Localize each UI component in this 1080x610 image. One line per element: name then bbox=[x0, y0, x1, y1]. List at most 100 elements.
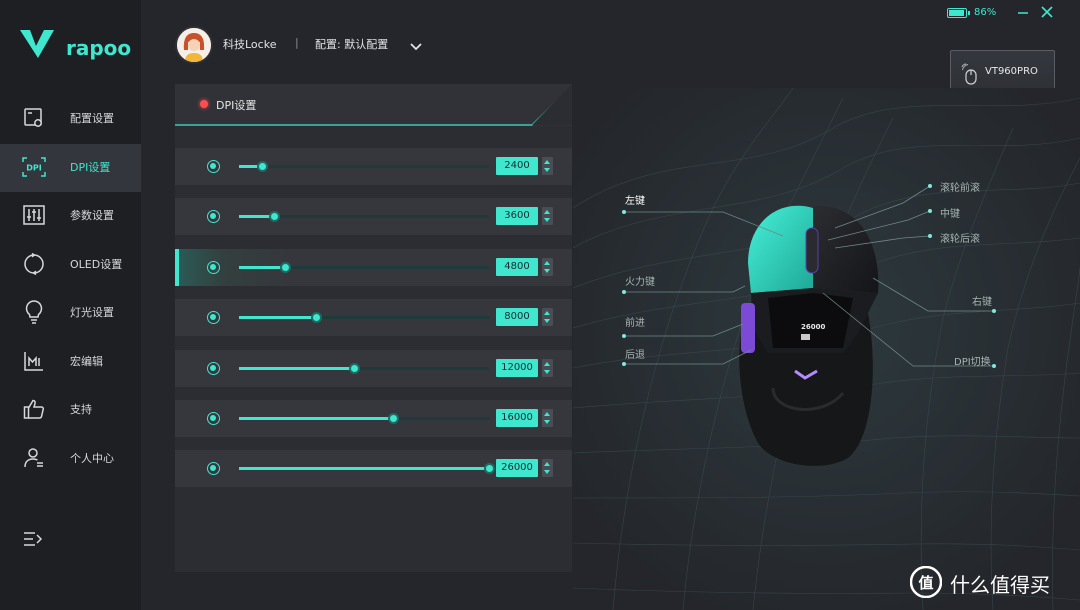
dpi-stepper[interactable] bbox=[542, 157, 553, 175]
oled-refresh-icon bbox=[22, 252, 46, 276]
sidebar-item-config[interactable]: 配置设置 bbox=[0, 95, 141, 144]
dpi-slider-fill bbox=[239, 316, 316, 320]
dpi-slider-handle[interactable] bbox=[484, 463, 495, 475]
chevron-down-icon[interactable] bbox=[409, 37, 423, 51]
mouse-oled-text: 26000 bbox=[801, 323, 825, 331]
mouse-diagram-graphic: 26000 bbox=[573, 88, 1080, 610]
dpi-stepper[interactable] bbox=[542, 207, 553, 226]
dpi-slider-handle[interactable] bbox=[310, 312, 322, 324]
sidebar-item-lighting[interactable]: 灯光设置 bbox=[0, 289, 141, 338]
dpi-value-input[interactable]: 2400 bbox=[496, 157, 538, 175]
stepper-up-icon[interactable] bbox=[544, 160, 550, 164]
dpi-settings-panel: DPI设置 2400 3600 4800 8000 12000 16000 26000 bbox=[175, 84, 572, 572]
svg-text:DPI: DPI bbox=[26, 163, 42, 172]
dpi-slider[interactable] bbox=[239, 463, 495, 475]
dpi-slider-handle[interactable] bbox=[280, 261, 292, 273]
stepper-down-icon[interactable] bbox=[544, 268, 550, 273]
thumbs-up-icon bbox=[22, 397, 46, 421]
dpi-slider-handle[interactable] bbox=[257, 161, 269, 172]
dpi-row[interactable]: 4800 bbox=[175, 248, 572, 286]
user-icon bbox=[22, 446, 46, 470]
sidebar-item-label: 宏编辑 bbox=[70, 354, 103, 368]
dpi-value-input[interactable]: 8000 bbox=[496, 308, 538, 327]
dpi-slider[interactable] bbox=[239, 413, 489, 424]
stepper-up-icon[interactable] bbox=[544, 260, 550, 265]
dpi-row[interactable]: 12000 bbox=[175, 349, 572, 387]
sidebar-item-profile[interactable]: 个人中心 bbox=[0, 435, 141, 484]
sidebar-item-label: 灯光设置 bbox=[70, 306, 114, 319]
dpi-slider[interactable] bbox=[239, 261, 489, 273]
stepper-up-icon[interactable] bbox=[544, 311, 550, 316]
dpi-stepper[interactable] bbox=[542, 308, 553, 327]
dpi-level-toggle[interactable] bbox=[207, 260, 220, 274]
dpi-slider-fill bbox=[239, 467, 489, 471]
dpi-level-toggle[interactable] bbox=[207, 361, 220, 375]
sidebar-item-oled[interactable]: OLED设置 bbox=[0, 241, 141, 290]
dpi-level-toggle[interactable] bbox=[207, 412, 220, 425]
dpi-level-toggle[interactable] bbox=[207, 462, 220, 476]
dpi-row[interactable]: 26000 bbox=[175, 450, 572, 488]
dpi-level-toggle[interactable] bbox=[207, 160, 220, 173]
dpi-row[interactable]: 8000 bbox=[175, 299, 572, 337]
stepper-down-icon[interactable] bbox=[544, 420, 550, 424]
mouse-diagram: 26000 左键 滚轮前滚 中键 滚轮后滚 火力键 右键 前进 后退 DPI切换 bbox=[573, 88, 1080, 610]
dpi-value-input[interactable]: 4800 bbox=[496, 257, 538, 276]
wireless-mouse-icon bbox=[961, 63, 977, 85]
lightbulb-icon bbox=[22, 300, 46, 324]
sidebar-item-dpi[interactable]: DPI DPI设置 bbox=[0, 143, 141, 192]
dpi-slider-handle[interactable] bbox=[349, 362, 361, 374]
dpi-icon: DPI bbox=[22, 155, 46, 179]
stepper-down-icon[interactable] bbox=[544, 470, 550, 475]
dpi-slider-handle[interactable] bbox=[387, 413, 399, 424]
dpi-row[interactable]: 3600 bbox=[175, 198, 572, 236]
battery-percentage: 86% bbox=[974, 7, 997, 18]
close-icon[interactable] bbox=[1039, 4, 1055, 20]
sidebar-item-label: 配置设置 bbox=[70, 112, 114, 125]
active-row-marker bbox=[175, 248, 179, 286]
stepper-up-icon[interactable] bbox=[544, 361, 550, 366]
sidebar-item-support[interactable]: 支持 bbox=[0, 386, 141, 435]
dpi-stepper[interactable] bbox=[542, 358, 553, 377]
watermark-text: 什么值得买 bbox=[950, 573, 1050, 597]
stepper-down-icon[interactable] bbox=[544, 369, 550, 374]
panel-header: DPI设置 bbox=[175, 84, 572, 126]
annotation-fire-button: 火力键 bbox=[625, 277, 655, 288]
panel-title: DPI设置 bbox=[216, 99, 257, 112]
dpi-slider-fill bbox=[239, 366, 355, 370]
dpi-value-input[interactable]: 12000 bbox=[496, 358, 538, 377]
dpi-row[interactable]: 2400 bbox=[175, 148, 572, 185]
dpi-value-input[interactable]: 16000 bbox=[496, 409, 538, 427]
config-settings-icon bbox=[22, 106, 46, 130]
dpi-value-input[interactable]: 3600 bbox=[496, 207, 538, 226]
stepper-down-icon[interactable] bbox=[544, 319, 550, 324]
dpi-level-toggle[interactable] bbox=[207, 311, 220, 325]
dpi-stepper[interactable] bbox=[542, 409, 553, 427]
sidebar-item-label: 个人中心 bbox=[70, 451, 114, 465]
sidebar-item-label: 参数设置 bbox=[70, 209, 114, 222]
top-bar: 科技Locke | 配置: 默认配置 86% bbox=[141, 0, 1080, 88]
sidebar-item-label: DPI设置 bbox=[70, 160, 111, 174]
dpi-slider[interactable] bbox=[239, 211, 489, 223]
dpi-slider[interactable] bbox=[239, 312, 489, 324]
stepper-down-icon[interactable] bbox=[544, 218, 550, 223]
profile-config-label[interactable]: 配置: 默认配置 bbox=[315, 36, 388, 52]
dpi-stepper[interactable] bbox=[542, 257, 553, 276]
stepper-up-icon[interactable] bbox=[544, 412, 550, 416]
dpi-stepper[interactable] bbox=[542, 459, 553, 478]
stepper-up-icon[interactable] bbox=[544, 210, 550, 215]
dpi-slider-handle[interactable] bbox=[268, 211, 280, 223]
sidebar-item-params[interactable]: 参数设置 bbox=[0, 192, 141, 241]
dpi-value-input[interactable]: 26000 bbox=[496, 459, 538, 478]
sidebar-item-macro[interactable]: 宏编辑 bbox=[0, 338, 141, 387]
svg-text:值: 值 bbox=[918, 574, 933, 592]
dpi-slider[interactable] bbox=[239, 362, 489, 374]
collapse-menu-icon[interactable] bbox=[22, 528, 46, 552]
macro-icon bbox=[22, 349, 46, 373]
stepper-up-icon[interactable] bbox=[544, 462, 550, 467]
dpi-slider[interactable] bbox=[239, 161, 489, 172]
stepper-down-icon[interactable] bbox=[544, 168, 550, 172]
dpi-row[interactable]: 16000 bbox=[175, 400, 572, 437]
dpi-level-toggle[interactable] bbox=[207, 210, 220, 224]
avatar[interactable] bbox=[175, 26, 213, 64]
minimize-icon[interactable] bbox=[1015, 4, 1031, 20]
